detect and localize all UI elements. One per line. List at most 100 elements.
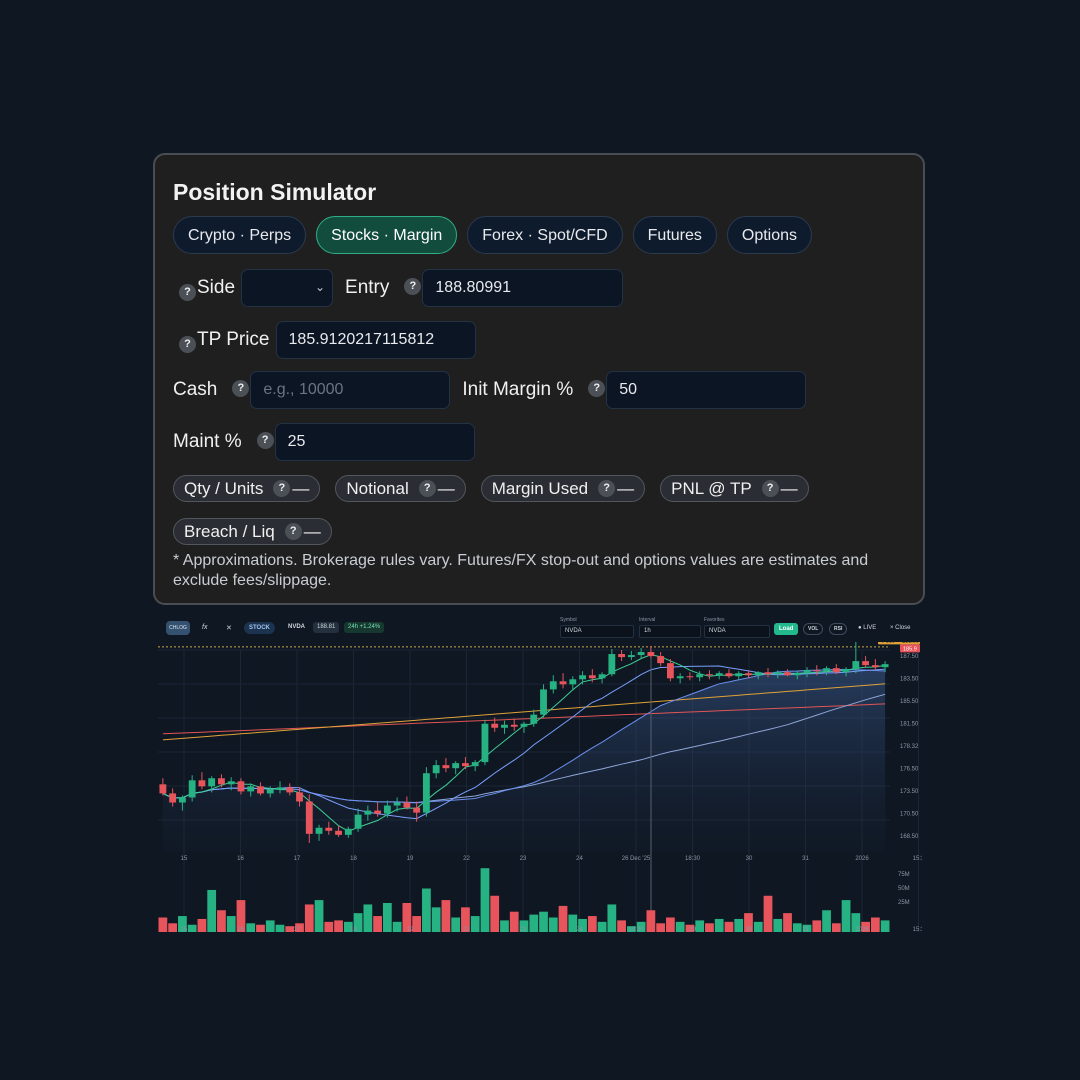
volume-x-tick-label: 30 [746,927,753,933]
volume-x-tick-label: 29 [689,927,696,933]
interval-field-label: Interval [639,617,656,623]
tab-options[interactable]: Options [726,216,813,254]
notional-help-icon[interactable]: ? [418,480,436,497]
tp-help-icon[interactable]: ? [179,335,196,353]
symbol-input[interactable]: NVDA [560,625,634,638]
candle-body [813,670,821,672]
tp-price-input[interactable]: 185.9120217115812 [275,321,476,359]
tab-crypto-perps[interactable]: Crypto · Perps [173,216,307,254]
x-tick-label: 19 [407,856,414,862]
entry-input[interactable]: 188.80991 [422,269,624,307]
entry-help-icon[interactable]: ? [404,277,422,295]
pnl-help-icon[interactable]: ? [761,480,779,497]
candle-body [501,724,508,728]
volume-x-tick-label: 31 [802,927,809,933]
candle-body [852,661,860,670]
candle-body [881,664,889,668]
maint-label: Maint % [173,431,242,452]
volume-bar [597,921,607,932]
position-simulator-panel: Position Simulator Crypto · Perps Stocks… [153,153,925,605]
candle-body [188,780,196,798]
volume-bar [773,918,783,932]
volume-bar [558,905,568,932]
maint-help-icon[interactable]: ? [256,431,274,449]
volume-bar [763,895,773,932]
output-qty-units: Qty / Units ? — [173,475,321,502]
candle-body [784,672,791,676]
favorites-select[interactable]: NVDA [704,625,770,638]
candle-body [569,679,577,685]
entry-label: Entry [345,277,390,298]
candle-body [510,724,518,727]
volume-bar [373,916,382,932]
tab-forex-spot-cfd[interactable]: Forex · Spot/CFD [467,216,623,254]
candle-body [218,778,225,785]
x-tick-label: 18:30 [685,856,701,862]
volume-bar [314,900,324,932]
volume-bar [480,868,490,932]
volume-bar [324,921,334,932]
volume-x-tick-label: 10:30 [628,927,644,933]
volume-bar [587,916,597,932]
volume-bar [334,920,343,932]
candlestick-chart[interactable]: 15 16 17 18 19 22 23 24 26 Dec '25 18:30 30 31 2026 1… [158,642,922,934]
candle-body [764,672,772,675]
volume-bar [656,923,666,932]
interval-select[interactable]: 1h [639,625,701,638]
init-margin-input[interactable]: 50 [606,371,807,409]
side-help-icon[interactable]: ? [179,283,196,301]
candle-body [549,681,557,690]
volume-bar [714,918,724,932]
volume-x-tick-label: 18 [350,927,357,933]
indicators-button[interactable]: fx [202,624,207,631]
volume-bar [822,910,831,932]
margin-used-help-icon[interactable]: ? [598,480,616,497]
volume-bar [509,911,519,932]
candle-body [520,723,528,727]
breach-help-icon[interactable]: ? [284,523,302,540]
cash-input[interactable]: e.g., 10000 [250,371,451,409]
rsi-toggle[interactable]: RSI [829,623,848,635]
candle-body [481,723,489,763]
candle-body [335,830,342,835]
candle-body [793,673,801,676]
candle-body [559,681,567,685]
output-breach-liq: Breach / Liq ? — [173,518,332,545]
candle-body [432,765,440,774]
candle-body [803,670,811,674]
candle-body [403,802,411,808]
maint-input[interactable]: 25 [274,423,475,461]
disclaimer-note: * Approximations. Brokerage rules vary. … [173,552,869,589]
candle-body [159,784,167,794]
side-entry-row: ? Side ⌄ Entry ? 188.80991 [173,268,905,308]
cash-help-icon[interactable]: ? [232,379,250,397]
volume-bar [812,920,822,932]
asset-class-tabs: Crypto · Perps Stocks · Margin Forex · S… [173,216,905,254]
volume-bar [753,921,763,932]
side-select[interactable]: ⌄ [241,269,334,307]
output-value: — [780,478,798,498]
volume-bar [539,911,548,932]
tab-futures[interactable]: Futures [632,216,717,254]
candle-body [305,801,313,834]
qty-help-icon[interactable]: ? [273,480,291,497]
volume-bar [441,900,451,932]
candle-body [422,773,430,813]
x-tick-label: 16 [237,856,244,862]
close-button[interactable]: × Close [890,625,911,631]
init-margin-help-icon[interactable]: ? [588,379,606,397]
candle-body [588,675,596,679]
post-badge-text: Post [882,642,894,644]
volume-bar [256,924,265,932]
tab-stocks-margin[interactable]: Stocks · Margin [316,216,458,254]
load-button[interactable]: Load [774,623,799,635]
candle-body [598,674,606,679]
volume-bar [792,923,802,932]
volume-bar [870,917,880,932]
crosshair-icon[interactable]: ✕ [226,624,232,632]
output-margin-used: Margin Used ? — [480,475,646,502]
volume-x-tick-label: 15:3 [913,927,922,933]
x-tick-label: 15 [181,856,188,862]
vol-toggle[interactable]: VOL [803,623,824,635]
x-tick-label: 24 [576,856,583,862]
